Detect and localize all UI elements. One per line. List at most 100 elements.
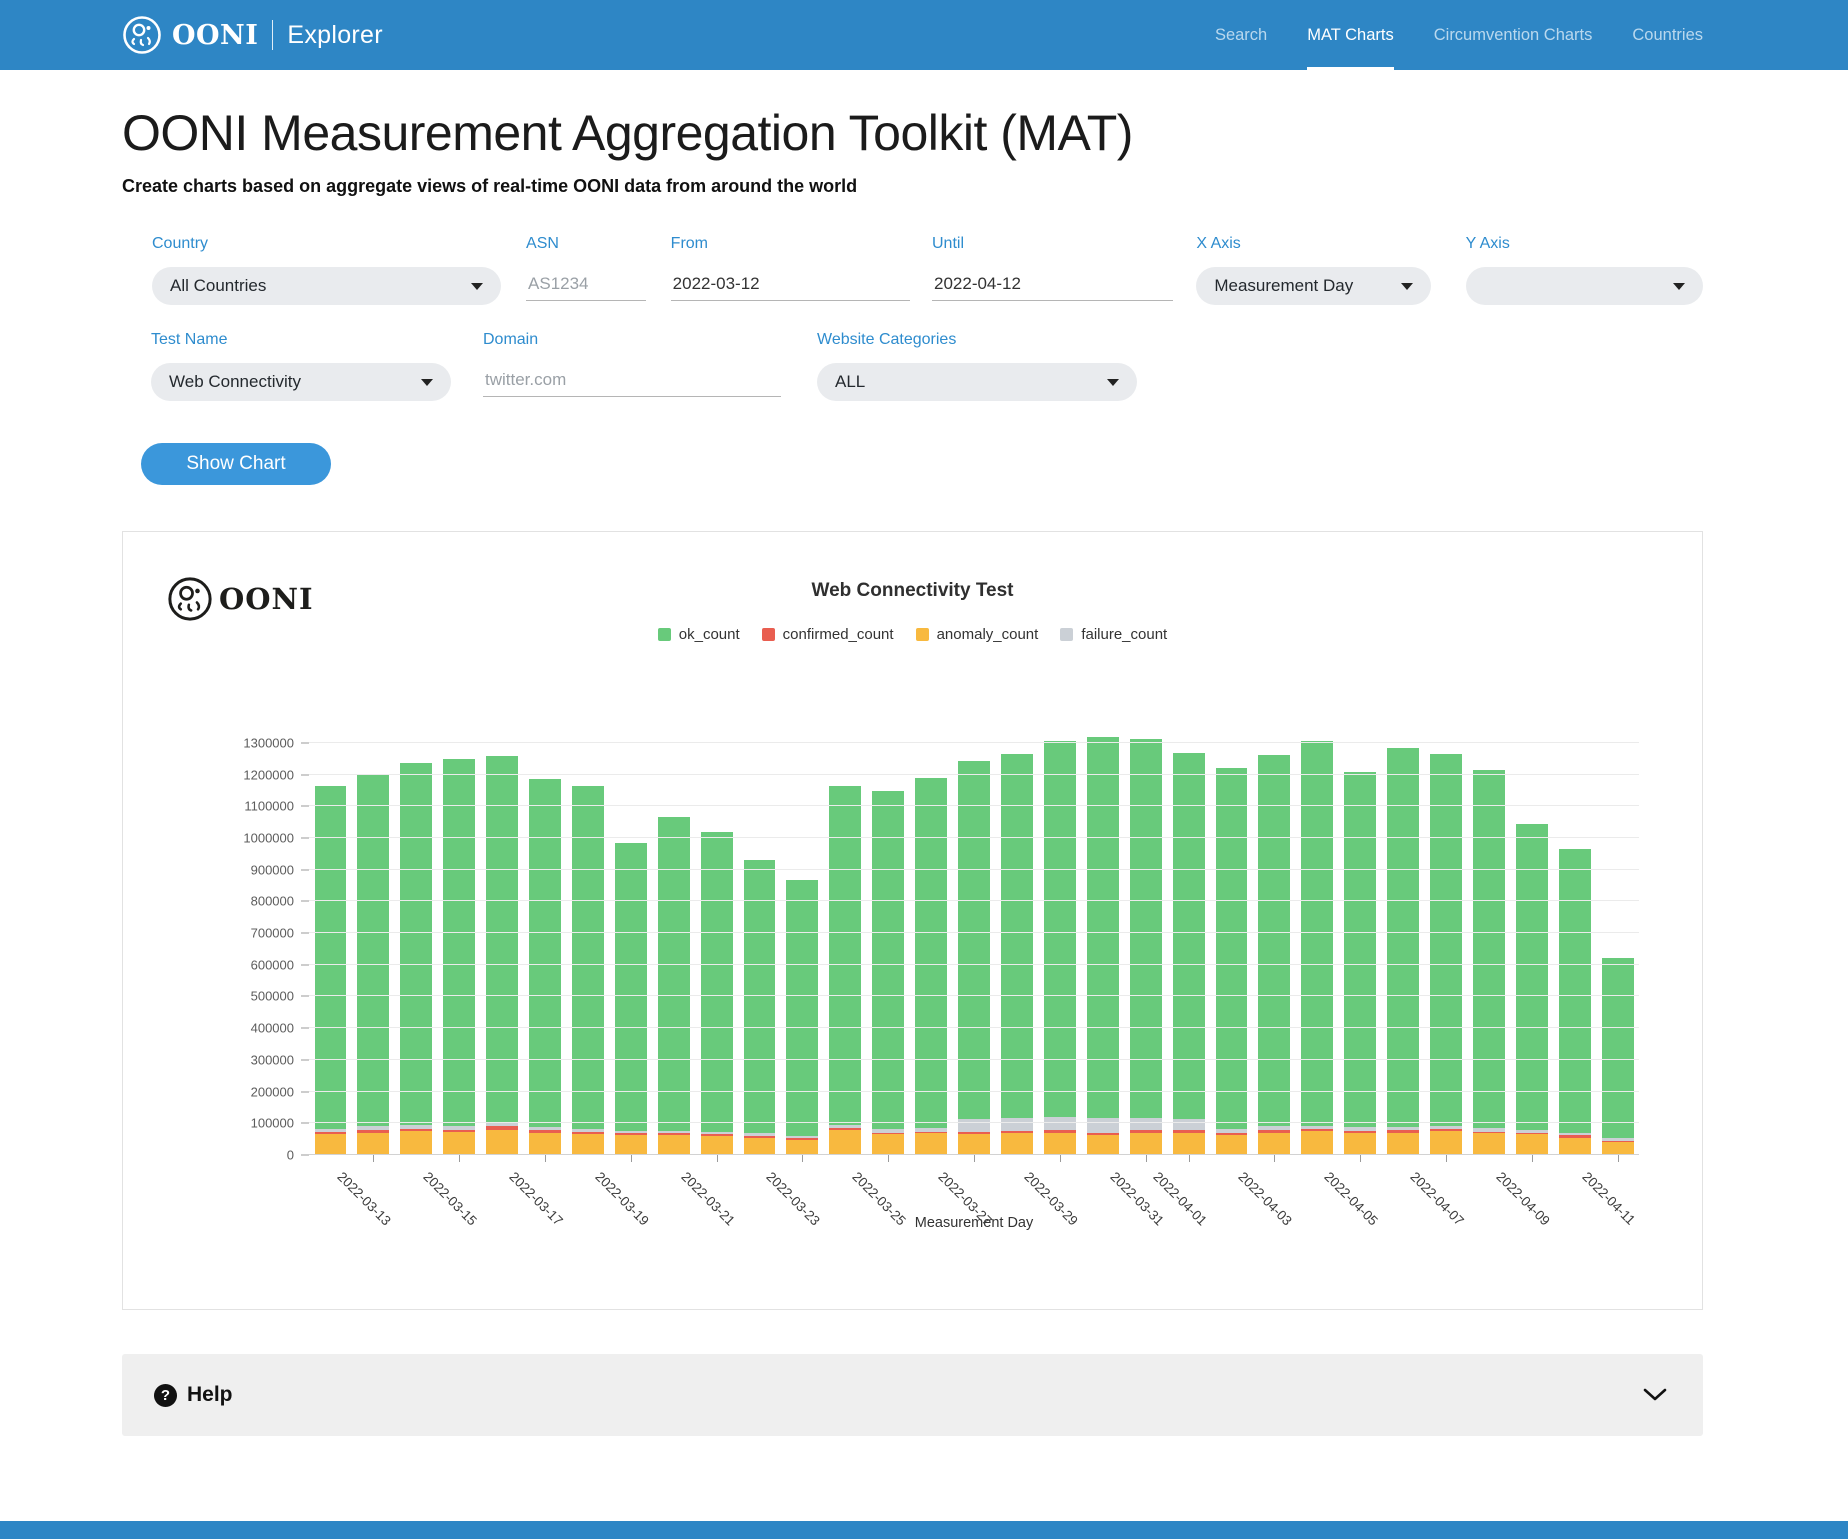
chevron-down-icon [421, 379, 433, 386]
ooni-octopus-icon [122, 15, 162, 55]
bar-segment-ok_count [1602, 958, 1634, 1137]
bar-segment-anomaly_count [1559, 1138, 1591, 1155]
bar-segment-anomaly_count [701, 1136, 733, 1155]
bar-2022-03-17[interactable]: 2022-03-17 [524, 719, 567, 1155]
x-axis-label: X Axis [1196, 235, 1430, 253]
gridline [309, 869, 1639, 870]
bar-2022-04-01[interactable]: 2022-04-01 [1167, 719, 1210, 1155]
x-tick-mark [1446, 1155, 1447, 1162]
bar-2022-03-31[interactable]: 2022-03-31 [1124, 719, 1167, 1155]
stacked-bar [958, 719, 990, 1155]
until-date-input[interactable] [932, 267, 1173, 301]
stacked-bar [1473, 719, 1505, 1155]
stacked-bar [744, 719, 776, 1155]
gridline [309, 964, 1639, 965]
bar-2022-03-14[interactable] [395, 719, 438, 1155]
nav-item-countries[interactable]: Countries [1632, 0, 1703, 70]
bar-2022-03-24[interactable] [824, 719, 867, 1155]
y-tick-label: 0 [287, 1148, 309, 1163]
stacked-bar [1216, 719, 1248, 1155]
help-title: Help [187, 1383, 233, 1407]
bar-2022-04-04[interactable] [1296, 719, 1339, 1155]
form-row-1: Country All Countries ASN From Until [122, 235, 1703, 305]
bar-2022-03-15[interactable]: 2022-03-15 [438, 719, 481, 1155]
bar-2022-04-02[interactable] [1210, 719, 1253, 1155]
bar-2022-03-12[interactable] [309, 719, 352, 1155]
y-tick-label: 1200000 [243, 767, 309, 782]
bar-segment-ok_count [529, 779, 561, 1127]
bar-2022-03-27[interactable]: 2022-03-27 [953, 719, 996, 1155]
x-tick-mark [974, 1155, 975, 1162]
nav-item-circumvention-charts[interactable]: Circumvention Charts [1434, 0, 1593, 70]
bar-2022-03-25[interactable]: 2022-03-25 [867, 719, 910, 1155]
bar-2022-04-06[interactable] [1382, 719, 1425, 1155]
bar-2022-04-09[interactable]: 2022-04-09 [1510, 719, 1553, 1155]
stacked-bar [1344, 719, 1376, 1155]
bar-2022-04-07[interactable]: 2022-04-07 [1425, 719, 1468, 1155]
gridline [309, 1122, 1639, 1123]
gridline [309, 900, 1639, 901]
y-tick-label: 700000 [251, 926, 309, 941]
legend-swatch [916, 628, 929, 641]
show-chart-button[interactable]: Show Chart [141, 443, 331, 485]
bar-2022-03-13[interactable]: 2022-03-13 [352, 719, 395, 1155]
legend-item-failure_count[interactable]: failure_count [1060, 626, 1167, 643]
y-axis-select[interactable] [1466, 267, 1703, 305]
bar-2022-03-19[interactable]: 2022-03-19 [609, 719, 652, 1155]
bar-2022-03-21[interactable]: 2022-03-21 [695, 719, 738, 1155]
legend-item-ok_count[interactable]: ok_count [658, 626, 740, 643]
bar-segment-ok_count [615, 843, 647, 1131]
asn-input[interactable] [526, 267, 646, 301]
stacked-bar [829, 719, 861, 1155]
bar-2022-03-28[interactable] [996, 719, 1039, 1155]
stacked-bar [529, 719, 561, 1155]
legend-item-anomaly_count[interactable]: anomaly_count [916, 626, 1039, 643]
bar-2022-04-05[interactable]: 2022-04-05 [1339, 719, 1382, 1155]
brand-suffix: Explorer [287, 21, 383, 50]
test-name-select[interactable]: Web Connectivity [151, 363, 451, 401]
bar-segment-anomaly_count [1130, 1133, 1162, 1155]
stacked-bar [572, 719, 604, 1155]
nav-menu: Search MAT Charts Circumvention Charts C… [1215, 0, 1703, 70]
y-tick-label: 900000 [251, 862, 309, 877]
bar-2022-03-18[interactable] [566, 719, 609, 1155]
nav-item-search[interactable]: Search [1215, 0, 1267, 70]
gridline [309, 1059, 1639, 1060]
y-tick-label: 1000000 [243, 830, 309, 845]
y-tick-label: 200000 [251, 1084, 309, 1099]
x-axis-select[interactable]: Measurement Day [1196, 267, 1430, 305]
bar-segment-anomaly_count [1001, 1133, 1033, 1155]
bars: 2022-03-13 2022-03-15 2022-03-17 2022-03-19… [309, 719, 1639, 1155]
legend-item-confirmed_count[interactable]: confirmed_count [762, 626, 894, 643]
bar-2022-04-08[interactable] [1467, 719, 1510, 1155]
bar-segment-anomaly_count [1430, 1131, 1462, 1155]
bar-segment-anomaly_count [786, 1140, 818, 1155]
bar-2022-04-11[interactable]: 2022-04-11 [1596, 719, 1639, 1155]
chevron-down-icon [471, 283, 483, 290]
ooni-explorer-logo[interactable]: OONI Explorer [122, 15, 383, 55]
bar-2022-04-10[interactable] [1553, 719, 1596, 1155]
website-categories-select[interactable]: ALL [817, 363, 1137, 401]
bar-2022-03-29[interactable]: 2022-03-29 [1038, 719, 1081, 1155]
chevron-down-icon[interactable] [1643, 1388, 1667, 1402]
bar-2022-04-03[interactable]: 2022-04-03 [1253, 719, 1296, 1155]
from-date-input[interactable] [671, 267, 910, 301]
chevron-down-icon [1673, 283, 1685, 290]
nav-item-mat-charts[interactable]: MAT Charts [1307, 0, 1394, 70]
bar-segment-anomaly_count [1087, 1135, 1119, 1155]
bar-2022-03-23[interactable]: 2022-03-23 [781, 719, 824, 1155]
bar-segment-anomaly_count [744, 1138, 776, 1155]
help-panel[interactable]: ? Help [122, 1354, 1703, 1436]
stacked-bar [615, 719, 647, 1155]
country-select[interactable]: All Countries [152, 267, 501, 305]
bar-2022-03-16[interactable] [481, 719, 524, 1155]
chart-logo-word: OONI [219, 582, 314, 616]
bar-2022-03-26[interactable] [910, 719, 953, 1155]
bar-2022-03-30[interactable] [1081, 719, 1124, 1155]
bar-2022-03-20[interactable] [652, 719, 695, 1155]
gridline [309, 995, 1639, 996]
domain-input[interactable] [483, 363, 781, 397]
bar-2022-03-22[interactable] [738, 719, 781, 1155]
test-name-value: Web Connectivity [169, 372, 301, 392]
x-tick-mark [545, 1155, 546, 1162]
